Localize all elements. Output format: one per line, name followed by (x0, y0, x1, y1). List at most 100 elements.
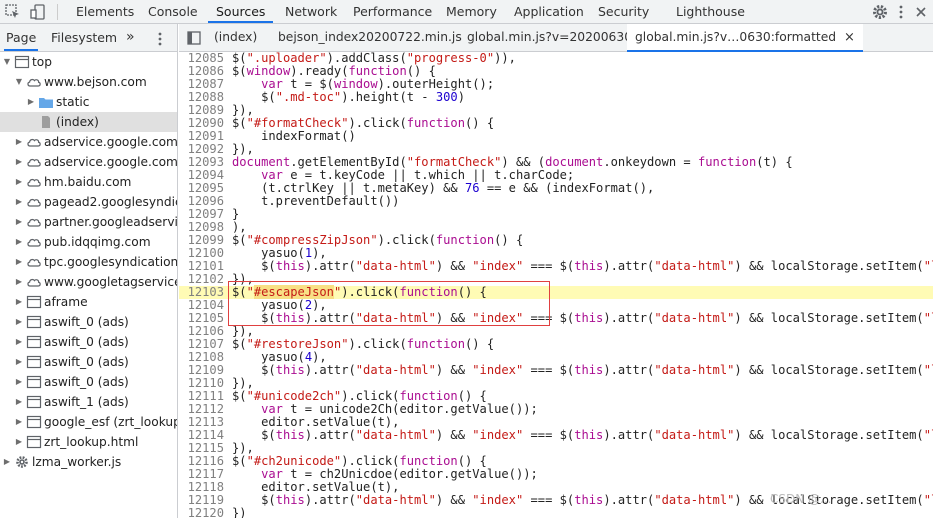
code-line[interactable]: 12114 $(this).attr("data-html") && "inde… (179, 429, 933, 442)
tree-item-label: lzma_worker.js (32, 455, 122, 469)
expand-arrow-right-icon[interactable]: ▶ (14, 192, 24, 212)
expand-arrow-right-icon[interactable]: ▶ (14, 152, 24, 172)
code-line[interactable]: 12101 $(this).attr("data-html") && "inde… (179, 260, 933, 273)
tree-item[interactable]: ▶ adservice.google.com.hk (0, 152, 177, 172)
tab-network[interactable]: Network (285, 0, 337, 23)
code-line[interactable]: 12120}) (179, 507, 933, 518)
editor-tabs: (index) bejson_index20200722.min.js glob… (179, 24, 933, 52)
expand-arrow-right-icon[interactable]: ▶ (14, 392, 24, 412)
code-text: $(this).attr("data-html") && "index" ===… (232, 428, 933, 442)
cloud-icon (26, 195, 42, 209)
code-line[interactable]: 12105 $(this).attr("data-html") && "inde… (179, 312, 933, 325)
tree-item[interactable]: ▶ static (0, 92, 177, 112)
expand-arrow-right-icon[interactable]: ▶ (26, 92, 36, 112)
expand-arrow-right-icon[interactable]: ▶ (14, 292, 24, 312)
tree-item[interactable]: ▶ partner.googleadservices (0, 212, 177, 232)
code-text: $(".md-toc").height(t - 300) (232, 90, 465, 104)
cloud-icon (26, 235, 42, 249)
editor-tab-bejson-index[interactable]: bejson_index20200722.min.js (278, 24, 462, 51)
expand-arrow-right-icon[interactable]: ▶ (14, 252, 24, 272)
tab-performance[interactable]: Performance (353, 0, 432, 23)
tab-console[interactable]: Console (148, 0, 198, 23)
tree-item-label: aswift_0 (ads) (44, 355, 129, 369)
tree-item[interactable]: ▼ top (0, 52, 177, 72)
expand-arrow-right-icon[interactable]: ▶ (14, 432, 24, 452)
expand-arrow-right-icon[interactable]: ▶ (2, 452, 12, 472)
tree-item-label: (index) (56, 115, 99, 129)
tab-memory[interactable]: Memory (446, 0, 497, 23)
frame-icon (26, 395, 42, 409)
tree-item[interactable]: ▶ zrt_lookup.html (0, 432, 177, 452)
tree-item[interactable]: ▶ aswift_0 (ads) (0, 312, 177, 332)
tab-page[interactable]: Page (4, 24, 39, 51)
cloud-icon (26, 75, 42, 89)
frame-icon (14, 55, 30, 69)
expand-arrow-right-icon[interactable]: ▶ (14, 332, 24, 352)
tab-sources[interactable]: Sources (208, 0, 274, 23)
tree-item-label: hm.baidu.com (44, 175, 132, 189)
code-text: }) (232, 506, 247, 518)
expand-arrow-right-icon[interactable]: ▶ (14, 352, 24, 372)
tree-item[interactable]: ▶ aswift_0 (ads) (0, 372, 177, 392)
expand-arrow-down-icon[interactable]: ▼ (2, 52, 12, 72)
tree-item[interactable]: ▶ google_esf (zrt_lookup.ht (0, 412, 177, 432)
cloud-icon (26, 215, 42, 229)
close-devtools-icon[interactable] (912, 3, 930, 21)
code-line[interactable]: 12088 $(".md-toc").height(t - 300) (179, 91, 933, 104)
frame-icon (26, 335, 42, 349)
expand-arrow-down-icon[interactable]: ▼ (14, 72, 24, 92)
expand-arrow-right-icon[interactable]: ▶ (14, 132, 24, 152)
tree-item-label: adservice.google.com (44, 135, 178, 149)
device-toolbar-icon[interactable] (30, 3, 48, 21)
editor-tab-global-formatted[interactable]: global.min.js?v…0630:formatted × (627, 24, 863, 52)
tab-lighthouse[interactable]: Lighthouse (676, 0, 745, 23)
navigator-menu-icon[interactable] (156, 24, 164, 51)
editor-tab-global-min[interactable]: global.min.js?v=20200630 (467, 24, 632, 51)
tree-item[interactable]: ▶ www.googletagservices.c (0, 272, 177, 292)
editor-tab-index[interactable]: (index) (214, 24, 257, 51)
tree-item[interactable]: ▶ aswift_1 (ads) (0, 392, 177, 412)
tree-item[interactable]: ▼ www.bejson.com (0, 72, 177, 92)
code-line[interactable]: 12109 $(this).attr("data-html") && "inde… (179, 364, 933, 377)
tree-item[interactable]: ▶ aswift_0 (ads) (0, 332, 177, 352)
devtools-toolbar: Elements Console Sources Network Perform… (0, 0, 933, 24)
gear-icon (14, 455, 30, 469)
tree-item-label: aswift_1 (ads) (44, 395, 129, 409)
tree-item[interactable]: ▶ pagead2.googlesyndicat (0, 192, 177, 212)
tree-item[interactable]: ▶ hm.baidu.com (0, 172, 177, 192)
tree-item-label: tpc.googlesyndication.co (44, 255, 178, 269)
expand-arrow-right-icon[interactable]: ▶ (14, 412, 24, 432)
expand-arrow-right-icon[interactable]: ▶ (14, 232, 24, 252)
tree-item[interactable]: ▶ aframe (0, 292, 177, 312)
tree-item-label: static (56, 95, 90, 109)
more-options-icon[interactable] (892, 3, 910, 21)
expand-arrow-right-icon[interactable]: ▶ (14, 172, 24, 192)
inspect-element-icon[interactable] (4, 3, 22, 21)
tab-filesystem[interactable]: Filesystem (51, 24, 117, 51)
navigator-tree: ▼ top ▼ www.bejson.com ▶ static (index) ▶ adserv… (0, 52, 178, 472)
close-tab-icon[interactable]: × (844, 30, 855, 45)
code-line[interactable]: 12097} (179, 208, 933, 221)
tree-item[interactable]: ▶ lzma_worker.js (0, 452, 177, 472)
expand-arrow-right-icon[interactable]: ▶ (14, 212, 24, 232)
tree-item[interactable]: (index) (0, 112, 177, 132)
file-icon (38, 115, 54, 129)
code-view[interactable]: 12085 $(".uploader").addClass("progress-0… (179, 52, 933, 518)
tree-item[interactable]: ▶ tpc.googlesyndication.co (0, 252, 178, 272)
tab-application[interactable]: Application (514, 0, 584, 23)
expand-arrow-right-icon[interactable]: ▶ (14, 272, 24, 292)
line-number[interactable]: 12120 (179, 507, 224, 518)
code-text: $(this).attr("data-html") && "index" ===… (232, 259, 933, 273)
code-line[interactable]: 12096 t.preventDefault()) (179, 195, 933, 208)
tab-security[interactable]: Security (598, 0, 649, 23)
settings-gear-icon[interactable] (871, 3, 889, 21)
more-tabs-chevron-icon[interactable]: » (126, 24, 135, 51)
tab-elements[interactable]: Elements (76, 0, 134, 23)
tree-item[interactable]: ▶ aswift_0 (ads) (0, 352, 177, 372)
toggle-navigator-icon[interactable] (187, 24, 207, 51)
tree-item[interactable]: ▶ adservice.google.com (0, 132, 178, 152)
expand-arrow-right-icon[interactable]: ▶ (14, 312, 24, 332)
expand-arrow-right-icon[interactable]: ▶ (14, 372, 24, 392)
tree-item[interactable]: ▶ pub.idqqimg.com (0, 232, 177, 252)
code-line[interactable]: 12091 indexFormat() (179, 130, 933, 143)
